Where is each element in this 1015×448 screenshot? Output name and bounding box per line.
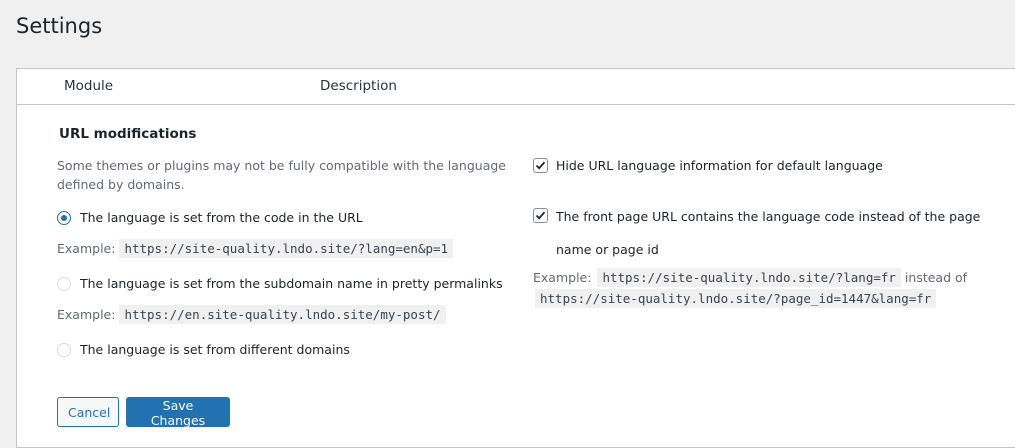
checkbox-front-page-code[interactable]: The front page URL contains the language… (533, 200, 1013, 266)
radio-button[interactable] (57, 276, 71, 291)
radio-label: The language is set from different domai… (80, 342, 350, 357)
radio-button[interactable] (57, 342, 71, 357)
checkbox[interactable] (533, 208, 548, 223)
compatibility-note: Some themes or plugins may not be fully … (57, 158, 506, 192)
radio-label: The language is set from the code in the… (80, 210, 363, 225)
checkmark-icon (535, 211, 546, 220)
example-label: Example: (57, 241, 116, 256)
checkmark-icon (535, 161, 546, 170)
checkbox-hide-default-language[interactable]: Hide URL language information for defaul… (533, 158, 883, 174)
radio-button[interactable] (57, 210, 71, 225)
example-code-lang: https://site-quality.lndo.site/?lang=fr (597, 268, 901, 287)
cancel-button[interactable]: Cancel (57, 397, 119, 427)
example-subdomain: Example: https://en.site-quality.lndo.si… (57, 305, 446, 324)
checkbox[interactable] (533, 158, 548, 173)
example-label: Example: (533, 270, 592, 285)
example-url-code: Example: https://site-quality.lndo.site/… (57, 239, 454, 258)
settings-panel: Module Description URL modifications Som… (16, 68, 1015, 448)
radio-option-subdomain[interactable]: The language is set from the subdomain n… (57, 276, 503, 291)
example-code: https://en.site-quality.lndo.site/my-pos… (119, 305, 446, 324)
checkbox-label: The front page URL contains the language… (556, 209, 981, 257)
example-label: Example: (57, 307, 116, 322)
example-code-page-id: https://site-quality.lndo.site/?page_id=… (535, 289, 937, 308)
example-code: https://site-quality.lndo.site/?lang=en&… (119, 239, 454, 258)
radio-option-domains[interactable]: The language is set from different domai… (57, 342, 350, 357)
page-title: Settings (16, 14, 103, 38)
checkbox-label: Hide URL language information for defaul… (556, 158, 883, 173)
save-changes-button[interactable]: Save Changes (126, 397, 230, 428)
example-front-page: Example: https://site-quality.lndo.site/… (533, 267, 1003, 309)
column-header-module[interactable]: Module (64, 78, 113, 94)
section-title: URL modifications (59, 126, 197, 142)
column-header-description[interactable]: Description (320, 78, 397, 94)
radio-option-url-code[interactable]: The language is set from the code in the… (57, 210, 363, 225)
radio-label: The language is set from the subdomain n… (80, 276, 503, 291)
instead-of-text: instead of (904, 270, 968, 285)
table-header: Module Description (17, 69, 1015, 105)
